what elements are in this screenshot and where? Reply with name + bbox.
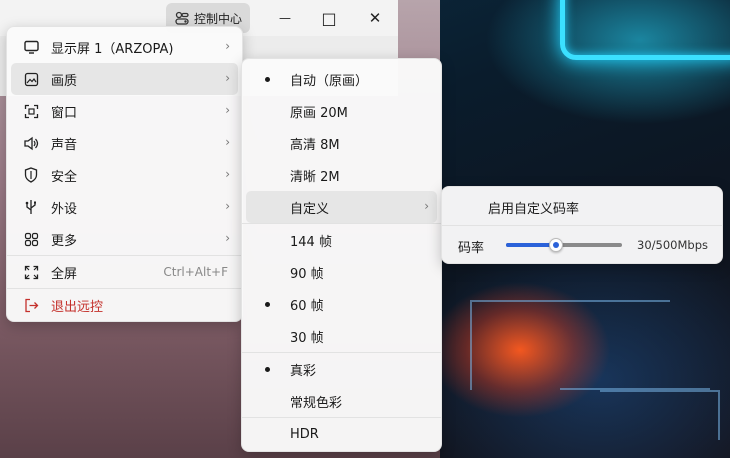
- window-icon: [23, 103, 39, 119]
- monitor-icon: [23, 39, 39, 55]
- menu-item-label: 更多: [51, 233, 78, 249]
- framerate-option-90[interactable]: 90 帧: [246, 256, 437, 288]
- shortcut-hint: Ctrl+Alt+F: [163, 265, 228, 279]
- menu-divider: [442, 225, 722, 226]
- grid-icon: [23, 231, 39, 247]
- menu-item-more[interactable]: 更多 ›: [11, 223, 238, 255]
- menu-item-label: 全屏: [51, 266, 78, 282]
- bitrate-row: 码率 30/500Mbps: [442, 228, 722, 262]
- bitrate-value: 30/500Mbps: [637, 238, 708, 252]
- hdr-option-label: HDR: [290, 426, 319, 442]
- color-option-label: 常规色彩: [290, 395, 343, 411]
- menu-item-label: 声音: [51, 137, 78, 153]
- menu-item-label: 退出远控: [51, 299, 104, 315]
- image-icon: [23, 71, 39, 87]
- quality-option-label: 高清 8M: [290, 137, 340, 153]
- framerate-option-label: 30 帧: [290, 330, 324, 346]
- fullscreen-icon: [23, 264, 39, 280]
- color-option-standard[interactable]: 常规色彩: [246, 385, 437, 417]
- quality-option-original[interactable]: 原画 20M: [246, 95, 437, 127]
- minimize-icon: —: [279, 11, 291, 25]
- menu-item-exit-remote[interactable]: 退出远控: [11, 289, 238, 321]
- quality-option-label: 原画 20M: [290, 105, 348, 121]
- menu-item-label: 窗口: [51, 105, 78, 121]
- bitrate-slider[interactable]: [506, 238, 622, 252]
- selected-dot-icon: [265, 302, 270, 307]
- close-icon: ✕: [368, 9, 382, 27]
- bitrate-label: 码率: [458, 241, 485, 256]
- minimize-button[interactable]: —: [262, 0, 308, 36]
- custom-bitrate-submenu: 启用自定义码率 码率 30/500Mbps: [441, 186, 723, 264]
- menu-item-label: 显示屏 1（ARZOPA): [51, 41, 174, 57]
- framerate-option-144[interactable]: 144 帧: [246, 224, 437, 256]
- chevron-right-icon: ›: [424, 199, 429, 213]
- menu-item-quality[interactable]: 画质 ›: [11, 63, 238, 95]
- maximize-icon: □: [321, 8, 337, 28]
- menu-item-label: 画质: [51, 73, 78, 89]
- control-center-icon: [175, 11, 189, 25]
- color-option-label: 真彩: [290, 363, 317, 379]
- framerate-option-label: 90 帧: [290, 266, 324, 282]
- menu-item-fullscreen[interactable]: 全屏 Ctrl+Alt+F: [11, 256, 238, 288]
- chevron-right-icon: ›: [225, 199, 230, 213]
- bitrate-slider-thumb[interactable]: [548, 238, 563, 252]
- framerate-option-label: 144 帧: [290, 234, 332, 250]
- usb-icon: [23, 199, 39, 215]
- menu-item-label: 外设: [51, 201, 78, 217]
- neon-frame: [560, 0, 730, 60]
- chevron-right-icon: ›: [225, 231, 230, 245]
- quality-option-clear[interactable]: 清晰 2M: [246, 159, 437, 191]
- selected-dot-icon: [265, 77, 270, 82]
- menu-item-display[interactable]: 显示屏 1（ARZOPA) ›: [11, 31, 238, 63]
- menu-item-window[interactable]: 窗口 ›: [11, 95, 238, 127]
- chevron-right-icon: ›: [225, 71, 230, 85]
- menu-item-sound[interactable]: 声音 ›: [11, 127, 238, 159]
- control-menu: 显示屏 1（ARZOPA) › 画质 › 窗口 › 声音 › 安全 › 外设 ›: [6, 26, 243, 322]
- selected-dot-icon: [265, 367, 270, 372]
- quality-option-auto[interactable]: 自动（原画）: [246, 63, 437, 95]
- framerate-option-30[interactable]: 30 帧: [246, 320, 437, 352]
- chevron-right-icon: ›: [225, 103, 230, 117]
- chevron-right-icon: ›: [225, 135, 230, 149]
- hdr-option[interactable]: HDR: [246, 418, 437, 450]
- control-center-label: 控制中心: [194, 11, 243, 26]
- enable-custom-bitrate-label: 启用自定义码率: [488, 201, 580, 217]
- chevron-right-icon: ›: [225, 39, 230, 53]
- menu-item-label: 安全: [51, 169, 78, 185]
- circuit-lines: [560, 330, 710, 390]
- exit-icon: [23, 297, 39, 313]
- framerate-option-label: 60 帧: [290, 298, 324, 314]
- quality-option-label: 自定义: [290, 201, 330, 217]
- framerate-option-60[interactable]: 60 帧: [246, 288, 437, 320]
- menu-item-security[interactable]: 安全 ›: [11, 159, 238, 191]
- quality-option-label: 自动（原画）: [290, 73, 369, 89]
- shield-icon: [23, 167, 39, 183]
- maximize-button[interactable]: □: [306, 0, 352, 36]
- circuit-lines: [600, 390, 720, 440]
- quality-option-label: 清晰 2M: [290, 169, 340, 185]
- close-button[interactable]: ✕: [352, 0, 398, 36]
- chevron-right-icon: ›: [225, 167, 230, 181]
- speaker-icon: [23, 135, 39, 151]
- color-option-true-color[interactable]: 真彩: [246, 353, 437, 385]
- quality-option-hd[interactable]: 高清 8M: [246, 127, 437, 159]
- quality-submenu: 自动（原画） 原画 20M 高清 8M 清晰 2M 自定义 › 144 帧 90…: [241, 58, 442, 452]
- enable-custom-bitrate-option[interactable]: 启用自定义码率: [442, 191, 722, 223]
- menu-item-peripherals[interactable]: 外设 ›: [11, 191, 238, 223]
- quality-option-custom[interactable]: 自定义 ›: [246, 191, 437, 223]
